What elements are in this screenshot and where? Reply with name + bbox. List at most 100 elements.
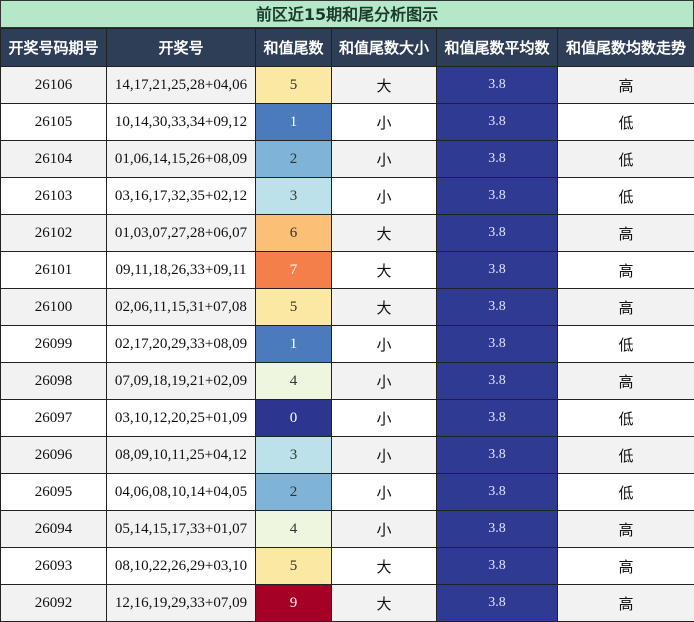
tail-value-cell: 4: [256, 511, 332, 548]
table-row: 2610109,11,18,26,33+09,117大3.8高: [1, 252, 694, 289]
trend-cell: 高: [558, 289, 694, 326]
tail-size-cell: 小: [332, 178, 437, 215]
table-row: 2609902,17,20,29,33+08,091小3.8低: [1, 326, 694, 363]
trend-cell: 高: [558, 511, 694, 548]
period-cell: 26098: [1, 363, 107, 400]
header-average: 和值尾数平均数: [437, 29, 558, 67]
tail-average-cell: 3.8: [437, 400, 558, 437]
tail-value-cell: 4: [256, 363, 332, 400]
table-row: 2609608,09,10,11,25+04,123小3.8低: [1, 437, 694, 474]
header-trend: 和值尾数均数走势: [558, 29, 694, 67]
tail-value-cell: 3: [256, 437, 332, 474]
tail-average-cell: 3.8: [437, 252, 558, 289]
trend-cell: 低: [558, 104, 694, 141]
period-cell: 26101: [1, 252, 107, 289]
tail-average-cell: 3.8: [437, 289, 558, 326]
tail-average-cell: 3.8: [437, 141, 558, 178]
tail-value-cell: 5: [256, 289, 332, 326]
tail-size-cell: 小: [332, 104, 437, 141]
table-row: 2610510,14,30,33,34+09,121小3.8低: [1, 104, 694, 141]
period-cell: 26092: [1, 585, 107, 622]
period-cell: 26099: [1, 326, 107, 363]
header-draw: 开奖号: [107, 29, 256, 67]
trend-cell: 高: [558, 215, 694, 252]
tail-value-cell: 3: [256, 178, 332, 215]
draw-numbers-cell: 02,17,20,29,33+08,09: [107, 326, 256, 363]
tail-size-cell: 小: [332, 326, 437, 363]
draw-numbers-cell: 08,10,22,26,29+03,10: [107, 548, 256, 585]
trend-cell: 高: [558, 363, 694, 400]
tail-value-cell: 5: [256, 548, 332, 585]
tail-value-cell: 1: [256, 326, 332, 363]
tail-average-cell: 3.8: [437, 67, 558, 104]
table-row: 2610002,06,11,15,31+07,085大3.8高: [1, 289, 694, 326]
tail-size-cell: 大: [332, 67, 437, 104]
draw-numbers-cell: 09,11,18,26,33+09,11: [107, 252, 256, 289]
tail-average-cell: 3.8: [437, 585, 558, 622]
trend-cell: 低: [558, 474, 694, 511]
tail-size-cell: 大: [332, 252, 437, 289]
draw-numbers-cell: 04,06,08,10,14+04,05: [107, 474, 256, 511]
table-row: 2609212,16,19,29,33+07,099大3.8高: [1, 585, 694, 622]
table-body: 2610614,17,21,25,28+04,065大3.8高2610510,1…: [1, 67, 694, 622]
tail-size-cell: 大: [332, 215, 437, 252]
trend-cell: 高: [558, 548, 694, 585]
tail-size-cell: 大: [332, 585, 437, 622]
tail-value-cell: 5: [256, 67, 332, 104]
table-row: 2609405,14,15,17,33+01,074小3.8高: [1, 511, 694, 548]
draw-numbers-cell: 03,16,17,32,35+02,12: [107, 178, 256, 215]
draw-numbers-cell: 08,09,10,11,25+04,12: [107, 437, 256, 474]
table-row: 2609308,10,22,26,29+03,105大3.8高: [1, 548, 694, 585]
period-cell: 26096: [1, 437, 107, 474]
table-row: 2610303,16,17,32,35+02,123小3.8低: [1, 178, 694, 215]
tail-average-cell: 3.8: [437, 104, 558, 141]
tail-average-cell: 3.8: [437, 474, 558, 511]
tail-average-cell: 3.8: [437, 437, 558, 474]
header-period: 开奖号码期号: [1, 29, 107, 67]
trend-cell: 低: [558, 400, 694, 437]
period-cell: 26095: [1, 474, 107, 511]
period-cell: 26103: [1, 178, 107, 215]
tail-value-cell: 9: [256, 585, 332, 622]
period-cell: 26106: [1, 67, 107, 104]
period-cell: 26093: [1, 548, 107, 585]
table-row: 2609504,06,08,10,14+04,052小3.8低: [1, 474, 694, 511]
header-tail: 和值尾数: [256, 29, 332, 67]
period-cell: 26097: [1, 400, 107, 437]
tail-average-cell: 3.8: [437, 548, 558, 585]
trend-cell: 低: [558, 178, 694, 215]
period-cell: 26094: [1, 511, 107, 548]
tail-size-cell: 小: [332, 474, 437, 511]
period-cell: 26105: [1, 104, 107, 141]
tail-average-cell: 3.8: [437, 511, 558, 548]
draw-numbers-cell: 02,06,11,15,31+07,08: [107, 289, 256, 326]
table-row: 2610201,03,07,27,28+06,076大3.8高: [1, 215, 694, 252]
table-row: 2609703,10,12,20,25+01,090小3.8低: [1, 400, 694, 437]
table-row: 2610401,06,14,15,26+08,092小3.8低: [1, 141, 694, 178]
header-row: 开奖号码期号 开奖号 和值尾数 和值尾数大小 和值尾数平均数 和值尾数均数走势: [1, 29, 694, 67]
tail-value-cell: 6: [256, 215, 332, 252]
tail-average-cell: 3.8: [437, 215, 558, 252]
table-row: 2610614,17,21,25,28+04,065大3.8高: [1, 67, 694, 104]
tail-size-cell: 小: [332, 141, 437, 178]
trend-cell: 低: [558, 326, 694, 363]
draw-numbers-cell: 03,10,12,20,25+01,09: [107, 400, 256, 437]
tail-analysis-table: 开奖号码期号 开奖号 和值尾数 和值尾数大小 和值尾数平均数 和值尾数均数走势 …: [0, 28, 694, 622]
tail-average-cell: 3.8: [437, 326, 558, 363]
trend-cell: 高: [558, 67, 694, 104]
tail-size-cell: 小: [332, 511, 437, 548]
sheet-title: 前区近15期和尾分析图示: [0, 0, 694, 28]
tail-size-cell: 大: [332, 548, 437, 585]
tail-average-cell: 3.8: [437, 363, 558, 400]
trend-cell: 高: [558, 252, 694, 289]
draw-numbers-cell: 12,16,19,29,33+07,09: [107, 585, 256, 622]
period-cell: 26100: [1, 289, 107, 326]
draw-numbers-cell: 10,14,30,33,34+09,12: [107, 104, 256, 141]
period-cell: 26102: [1, 215, 107, 252]
period-cell: 26104: [1, 141, 107, 178]
tail-size-cell: 小: [332, 400, 437, 437]
analysis-sheet: 前区近15期和尾分析图示 开奖号码期号 开奖号 和值尾数 和值尾数大小 和值尾数…: [0, 0, 694, 620]
tail-value-cell: 1: [256, 104, 332, 141]
tail-average-cell: 3.8: [437, 178, 558, 215]
tail-size-cell: 小: [332, 363, 437, 400]
